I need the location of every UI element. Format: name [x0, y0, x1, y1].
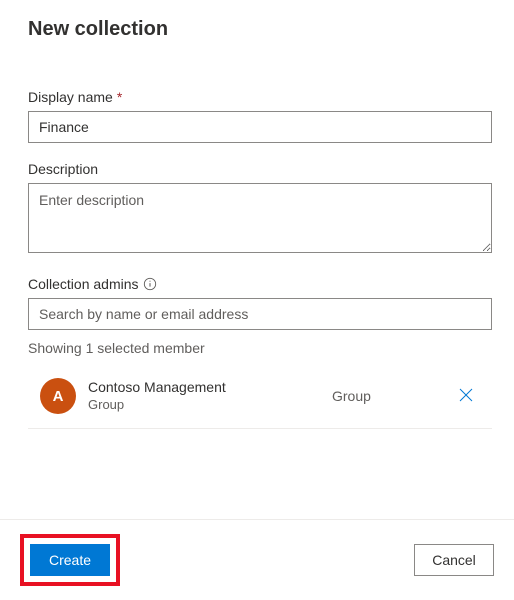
admins-status-text: Showing 1 selected member — [28, 340, 492, 356]
footer: Create Cancel — [0, 519, 514, 600]
close-icon — [459, 388, 473, 405]
member-name: Contoso Management — [88, 378, 332, 396]
display-name-label: Display name * — [28, 89, 492, 105]
description-label-text: Description — [28, 161, 98, 177]
member-type: Group — [332, 388, 452, 404]
avatar: A — [40, 378, 76, 414]
description-input[interactable] — [28, 183, 492, 253]
required-marker: * — [117, 89, 122, 105]
description-field-group: Description — [28, 161, 492, 258]
create-button[interactable]: Create — [30, 544, 110, 576]
display-name-label-text: Display name — [28, 89, 113, 105]
member-info: Contoso Management Group — [88, 378, 332, 413]
admins-label-text: Collection admins — [28, 276, 139, 292]
member-row: A Contoso Management Group Group — [28, 370, 492, 429]
page-title: New collection — [28, 18, 492, 41]
admins-search-input[interactable] — [28, 298, 492, 330]
display-name-field-group: Display name * — [28, 89, 492, 143]
info-icon[interactable] — [143, 277, 157, 291]
admins-label: Collection admins — [28, 276, 492, 292]
display-name-input[interactable] — [28, 111, 492, 143]
member-subtitle: Group — [88, 397, 332, 414]
admins-field-group: Collection admins Showing 1 selected mem… — [28, 276, 492, 429]
description-label: Description — [28, 161, 492, 177]
cancel-button[interactable]: Cancel — [414, 544, 494, 576]
create-button-highlight: Create — [20, 534, 120, 586]
remove-member-button[interactable] — [452, 382, 480, 410]
